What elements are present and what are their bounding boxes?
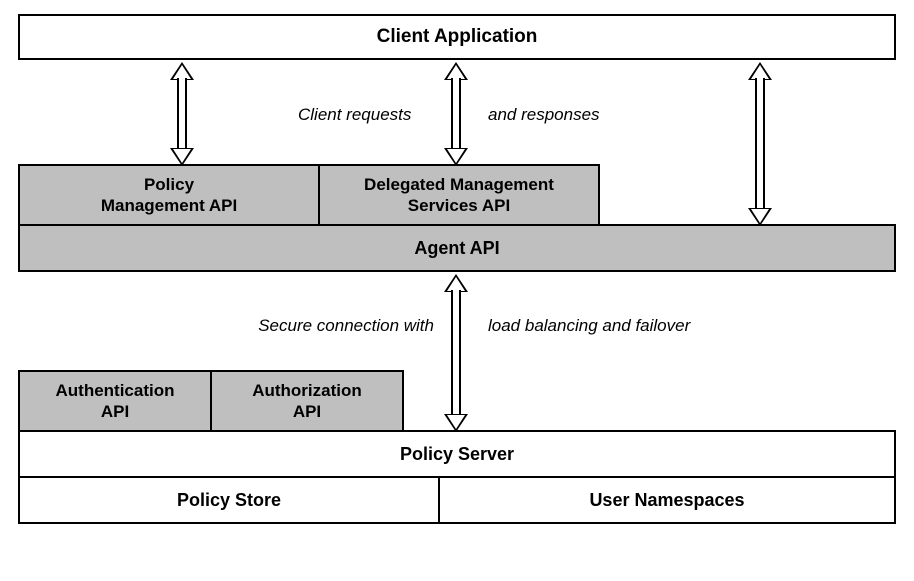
text-client-application: Client Application — [377, 25, 538, 49]
text-policy-management-api: Policy Management API — [101, 174, 237, 217]
box-user-namespaces: User Namespaces — [438, 476, 896, 524]
label-client-requests: Client requests — [298, 105, 411, 125]
label-and-responses: and responses — [488, 105, 600, 125]
text-agent-api: Agent API — [414, 237, 499, 260]
text-policy-store: Policy Store — [177, 489, 281, 512]
text-policy-server: Policy Server — [400, 443, 514, 466]
arrow-client-left — [170, 62, 194, 166]
box-agent-api: Agent API — [18, 224, 896, 272]
box-client-application: Client Application — [18, 14, 896, 60]
label-secure-right: load balancing and failover — [488, 316, 690, 336]
arrow-client-mid — [444, 62, 468, 166]
text-authorization-api: Authorization API — [252, 380, 362, 423]
text-authentication-api: Authentication API — [56, 380, 175, 423]
arrow-client-right — [748, 62, 772, 226]
box-policy-server: Policy Server — [18, 430, 896, 478]
architecture-diagram: Client Application Client requests and r… — [0, 0, 914, 581]
box-policy-management-api: Policy Management API — [18, 164, 320, 226]
text-delegated-management-services-api: Delegated Management Services API — [364, 174, 554, 217]
box-authentication-api: Authentication API — [18, 370, 212, 432]
label-secure-left: Secure connection with — [258, 316, 434, 336]
box-authorization-api: Authorization API — [210, 370, 404, 432]
box-policy-store: Policy Store — [18, 476, 440, 524]
arrow-agent-to-server — [444, 274, 468, 432]
box-delegated-management-services-api: Delegated Management Services API — [318, 164, 600, 226]
text-user-namespaces: User Namespaces — [589, 489, 744, 512]
